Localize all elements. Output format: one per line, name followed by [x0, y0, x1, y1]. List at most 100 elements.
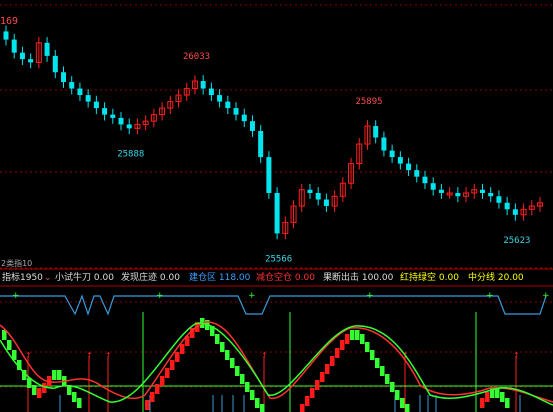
- indicator-block: [57, 370, 62, 380]
- candle-body: [512, 209, 518, 215]
- indicator-name[interactable]: 指标1950: [2, 271, 43, 285]
- dropdown-chevron-icon[interactable]: ⌄: [44, 271, 52, 285]
- indicator-block: [160, 376, 165, 386]
- indicator-block: [485, 392, 490, 402]
- indicator-block: [305, 396, 310, 406]
- candle-body: [315, 192, 321, 200]
- indicator-block: [505, 398, 510, 408]
- indicator-block: [365, 342, 370, 352]
- indicator-block: [395, 390, 400, 400]
- plus-marker-icon: +: [366, 291, 374, 301]
- indicator-block: [37, 388, 42, 398]
- candle-body: [504, 202, 510, 210]
- price-label: 25566: [265, 254, 292, 264]
- candle-body: [422, 176, 428, 184]
- candle-body: [52, 55, 58, 73]
- candle-body: [44, 42, 50, 56]
- stock-chart[interactable]: 169 26033 25888 25895 25566 25623 2类指10 + + + +…: [0, 0, 553, 412]
- legend-item-4: 减仓空仓 0.00: [256, 273, 315, 283]
- candle-body: [77, 88, 83, 96]
- clipped-price-label: 169: [0, 16, 18, 27]
- candle-body: [406, 163, 412, 171]
- indicator-block: [52, 370, 57, 380]
- indicator-block: [32, 385, 37, 395]
- plus-marker-icon: +: [486, 291, 494, 301]
- indicator-block: [180, 344, 185, 354]
- indicator-block: [385, 374, 390, 384]
- candle-body: [208, 88, 214, 96]
- candle-body: [258, 130, 264, 158]
- indicator-legend: 指标1950 ⌄ 小试牛刀 0.00 发现庄迹 0.00 建仓区 118.00 …: [0, 271, 553, 285]
- indicator-block: [7, 340, 12, 350]
- price-label: 25888: [117, 149, 144, 159]
- indicator-block: [72, 392, 77, 402]
- candle-body: [323, 199, 329, 207]
- candle-body: [438, 189, 444, 193]
- candle-body: [430, 183, 436, 190]
- candle-body: [102, 108, 108, 115]
- indicator-block: [335, 348, 340, 358]
- candle-body: [85, 95, 91, 102]
- candle-body: [381, 137, 387, 151]
- plus-marker-icon: +: [156, 291, 164, 301]
- candle-body: [266, 157, 272, 193]
- indicator-block: [175, 352, 180, 362]
- indicator-block: [325, 364, 330, 374]
- indicator-block: [500, 392, 505, 402]
- candle-body: [28, 59, 34, 63]
- indicator-block: [150, 392, 155, 402]
- candle-body: [126, 124, 132, 129]
- candle-body: [11, 39, 17, 53]
- indicator-block: [345, 334, 350, 344]
- candle-body: [389, 150, 395, 158]
- candle-body: [110, 114, 116, 118]
- candle-body: [233, 108, 239, 115]
- legend-item-5: 果断出击 100.00: [323, 273, 394, 283]
- up-arrow-icon: ↑: [261, 351, 268, 360]
- legend-item-3: 建仓区 118.00: [189, 273, 251, 283]
- indicator-block: [260, 404, 265, 412]
- indicator-block: [245, 382, 250, 392]
- indicator-block: [225, 350, 230, 360]
- candle-body: [479, 189, 485, 193]
- indicator-block: [330, 356, 335, 366]
- indicator-block: [230, 358, 235, 368]
- candle-body: [373, 126, 379, 138]
- indicator-block: [315, 380, 320, 390]
- indicator-block: [215, 334, 220, 344]
- indicator-block: [250, 390, 255, 400]
- sub-pane-label: 2类指10: [1, 258, 32, 268]
- candle-body: [488, 192, 494, 197]
- candle-body: [19, 52, 25, 60]
- indicator-block: [360, 334, 365, 344]
- indicator-block: [145, 400, 150, 410]
- indicator-block: [300, 404, 305, 412]
- indicator-block: [370, 350, 375, 360]
- candle-body: [496, 196, 502, 203]
- candle-body: [69, 82, 75, 89]
- plus-marker-icon: +: [542, 291, 550, 301]
- indicator-block: [400, 398, 405, 408]
- candle-body: [397, 157, 403, 164]
- indicator-block: [165, 368, 170, 378]
- legend-item-2: 发现庄迹 0.00: [121, 273, 180, 283]
- indicator-block: [42, 383, 47, 393]
- candle-body: [61, 72, 67, 83]
- indicator-block: [170, 360, 175, 370]
- indicator-block: [220, 342, 225, 352]
- candle-body: [200, 81, 206, 89]
- candle-body: [225, 101, 231, 109]
- indicator-block: [155, 384, 160, 394]
- candle-body: [249, 121, 255, 131]
- indicator-block: [255, 398, 260, 408]
- up-arrow-icon: ↑: [86, 351, 93, 360]
- price-label: 25623: [503, 236, 530, 246]
- candle-body: [217, 95, 223, 102]
- indicator-block: [355, 330, 360, 340]
- candle-body: [118, 117, 124, 125]
- legend-item-7: 中分线 20.00: [468, 273, 524, 283]
- candle-body: [455, 192, 461, 197]
- candle-body: [241, 114, 247, 122]
- indicator-block: [350, 330, 355, 340]
- indicator-block: [235, 366, 240, 376]
